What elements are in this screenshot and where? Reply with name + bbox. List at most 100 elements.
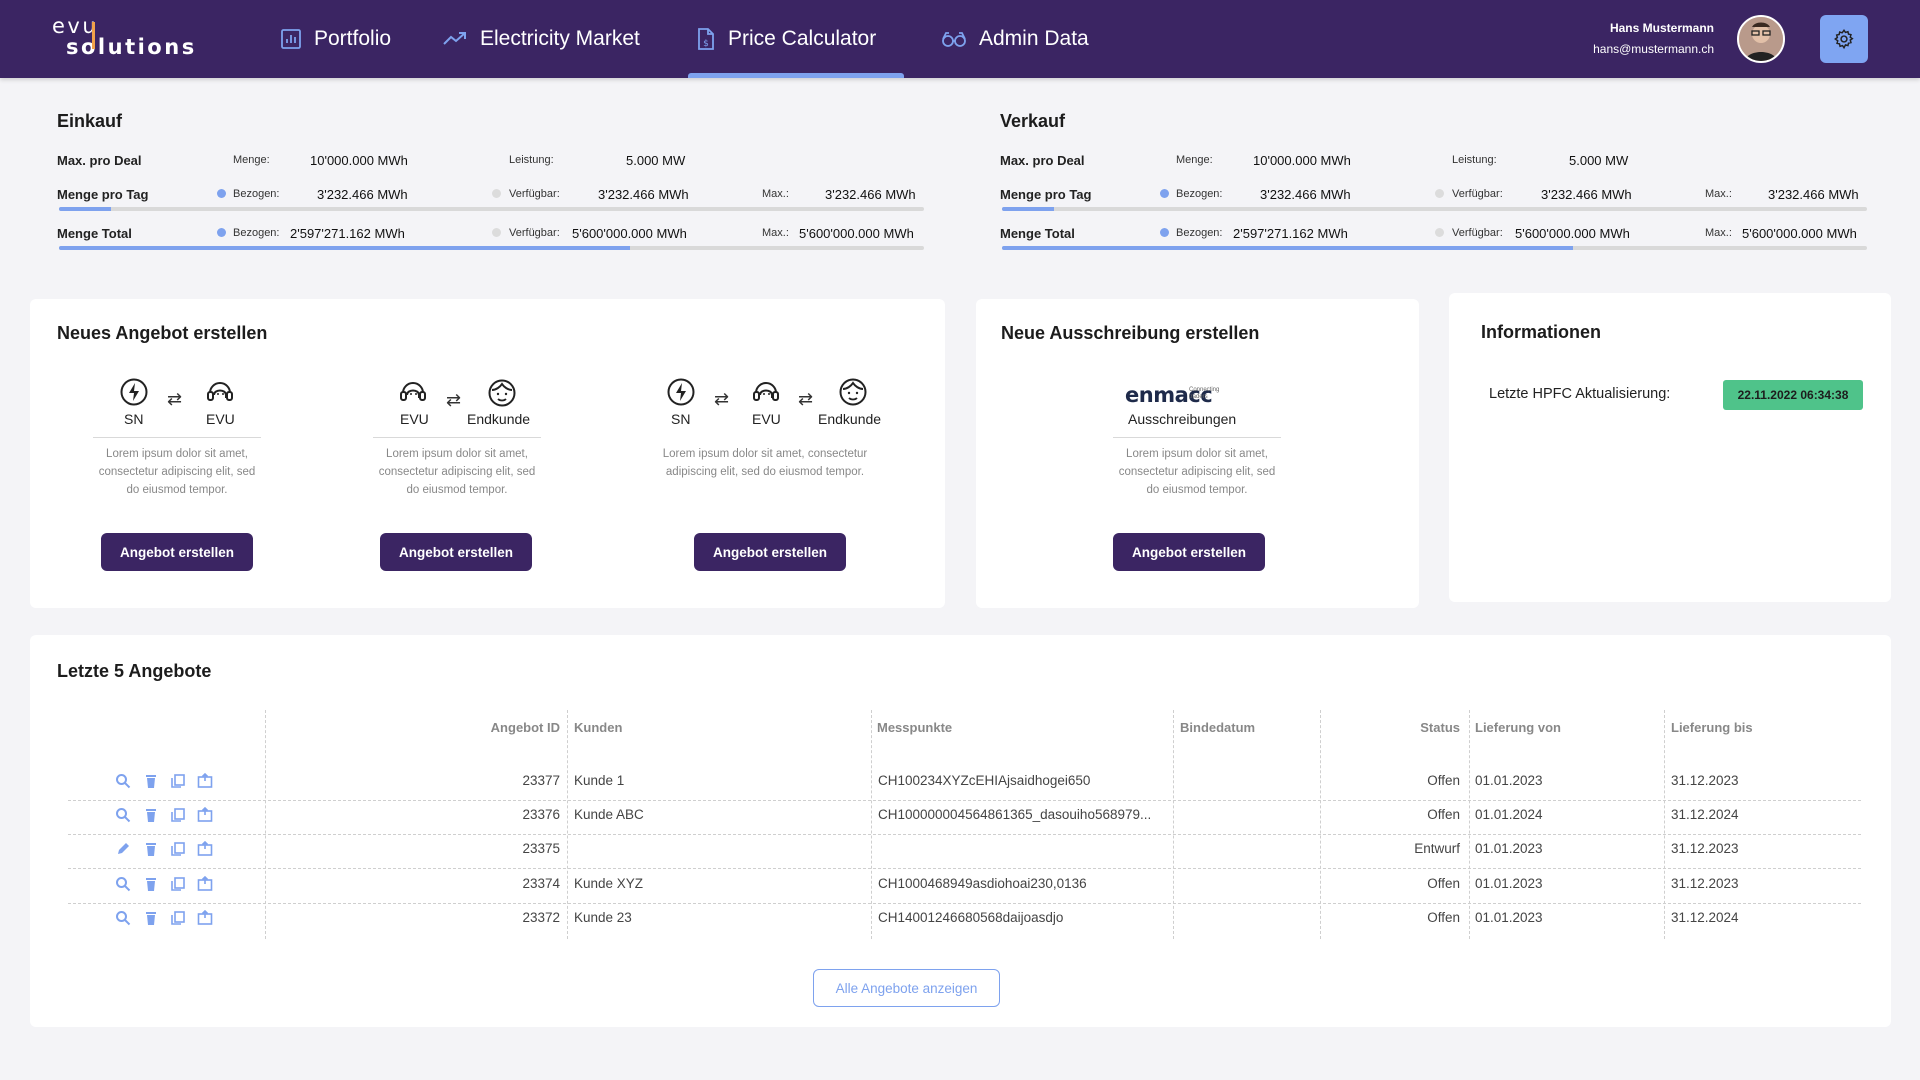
nav-price-calculator[interactable]: $ Price Calculator [696, 0, 876, 78]
col-angebot-id[interactable]: Angebot ID [450, 720, 560, 735]
verkauf-total-bezogen: 2'597'271.162 MWh [1233, 226, 1348, 241]
copy-icon[interactable] [170, 773, 186, 789]
trash-icon[interactable] [143, 773, 159, 789]
nav-electricity-market[interactable]: Electricity Market [442, 0, 640, 78]
export-icon[interactable] [197, 840, 213, 857]
row-divider [68, 868, 1861, 869]
column-separator [1664, 710, 1665, 939]
cell-status: Offen [1427, 876, 1460, 891]
customer-face-icon [488, 379, 516, 407]
pencil-icon[interactable] [115, 841, 131, 857]
hpfc-update-label: Letzte HPFC Aktualisierung: [1489, 386, 1671, 402]
cell-lieferung-bis: 31.12.2024 [1671, 910, 1739, 925]
copy-icon[interactable] [170, 876, 186, 892]
avatar[interactable] [1737, 15, 1785, 63]
neues-angebot-title: Neues Angebot erstellen [57, 323, 268, 343]
document-dollar-icon: $ [698, 28, 714, 50]
einkauf-total-max-label: Max.: [762, 227, 789, 239]
einkauf-total-progress [59, 246, 924, 250]
settings-button[interactable] [1820, 15, 1868, 63]
einkauf-tag-label: Menge pro Tag [57, 187, 149, 202]
einkauf-total-bezogen-label: Bezogen: [233, 227, 280, 239]
einkauf-tag-verf-label: Verfügbar: [509, 188, 560, 200]
ausschreibungen-label: Ausschreibungen [1128, 411, 1237, 427]
verkauf-tag-verf: 3'232.466 MWh [1541, 187, 1632, 202]
nav-portfolio[interactable]: Portfolio [280, 0, 391, 78]
ausschreibung-card: Neue Ausschreibung erstellen enmacc Conn… [976, 299, 1419, 608]
copy-icon[interactable] [170, 807, 186, 823]
copy-icon[interactable] [170, 910, 186, 926]
divider [1113, 437, 1281, 438]
enmacc-tagline: Connecting traders [1189, 387, 1220, 400]
glasses-icon [942, 32, 966, 47]
col-lieferung-von[interactable]: Lieferung von [1475, 720, 1561, 735]
ausschreibung-create-button[interactable]: Angebot erstellen [1113, 533, 1265, 571]
swap-arrows-icon: ⇄ [167, 389, 183, 409]
swap-arrows-icon: ⇄ [798, 389, 814, 409]
verkauf-tag-max-label: Max.: [1705, 188, 1732, 200]
option3-create-button[interactable]: Angebot erstellen [694, 533, 846, 571]
col-bindedatum[interactable]: Bindedatum [1180, 720, 1255, 735]
search-icon[interactable] [115, 773, 131, 789]
trash-icon[interactable] [143, 841, 159, 857]
verfuegbar-dot-icon [492, 189, 501, 198]
einkauf-tag-max: 3'232.466 MWh [825, 187, 916, 202]
col-status[interactable]: Status [1360, 720, 1460, 735]
option3-description: Lorem ipsum dolor sit amet, consectetur a… [662, 448, 868, 478]
export-icon[interactable] [197, 875, 213, 892]
col-messpunkte[interactable]: Messpunkte [877, 720, 952, 735]
verkauf-leistung-value: 5.000 MW [1569, 153, 1629, 168]
cell-lieferung-bis: 31.12.2024 [1671, 807, 1739, 822]
bezogen-dot-icon [1160, 189, 1169, 198]
cell-angebot-id: 23375 [522, 841, 560, 856]
evu-solutions-logo[interactable]: evu solutions [52, 16, 197, 58]
cell-messpunkte: CH1000468949asdiohoai230,0136 [878, 876, 1087, 891]
nav-admin-data[interactable]: Admin Data [941, 0, 1089, 78]
export-icon[interactable] [197, 909, 213, 926]
verkauf-title: Verkauf [1000, 111, 1066, 131]
verfuegbar-dot-icon [1435, 189, 1444, 198]
option1-description: Lorem ipsum dolor sit amet, consectetur a… [98, 448, 256, 496]
divider [373, 437, 541, 438]
export-icon[interactable] [197, 772, 213, 789]
active-tab-indicator [688, 73, 904, 78]
einkauf-menge-label: Menge: [233, 154, 270, 166]
option1-create-button[interactable]: Angebot erstellen [101, 533, 253, 571]
search-icon[interactable] [115, 807, 131, 823]
alle-angebote-button[interactable]: Alle Angebote anzeigen [813, 969, 1000, 1007]
cell-status: Entwurf [1414, 841, 1460, 856]
trash-icon[interactable] [143, 807, 159, 823]
column-separator [871, 710, 872, 939]
cell-status: Offen [1427, 773, 1460, 788]
option2-label-1: EVU [400, 411, 429, 427]
search-icon[interactable] [115, 876, 131, 892]
chart-icon [281, 29, 301, 49]
verkauf-total-max-label: Max.: [1705, 227, 1732, 239]
trash-icon[interactable] [143, 876, 159, 892]
cell-kunde: Kunde ABC [574, 807, 644, 822]
export-icon[interactable] [197, 806, 213, 823]
col-kunden[interactable]: Kunden [574, 720, 622, 735]
verkauf-total-bezogen-label: Bezogen: [1176, 227, 1223, 239]
einkauf-tag-verf: 3'232.466 MWh [598, 187, 689, 202]
swap-arrows-icon: ⇄ [446, 390, 462, 410]
trash-icon[interactable] [143, 910, 159, 926]
cell-lieferung-bis: 31.12.2023 [1671, 773, 1739, 788]
option2-description: Lorem ipsum dolor sit amet, consectetur a… [378, 448, 536, 496]
verkauf-total-max: 5'600'000.000 MWh [1742, 226, 1857, 241]
verkauf-menge-value: 10'000.000 MWh [1253, 153, 1351, 168]
einkauf-tag-max-label: Max.: [762, 188, 789, 200]
nav-portfolio-label: Portfolio [314, 27, 392, 50]
user-email: hans@mustermann.ch [1593, 42, 1714, 56]
col-lieferung-bis[interactable]: Lieferung bis [1671, 720, 1753, 735]
copy-icon[interactable] [170, 841, 186, 857]
einkauf-total-max: 5'600'000.000 MWh [799, 226, 914, 241]
cell-angebot-id: 23372 [522, 910, 560, 925]
verkauf-total-verf-label: Verfügbar: [1452, 227, 1503, 239]
row-divider [68, 800, 1861, 801]
search-icon[interactable] [115, 910, 131, 926]
option2-create-button[interactable]: Angebot erstellen [380, 533, 532, 571]
option2-label-2: Endkunde [467, 411, 531, 427]
lightning-icon [120, 378, 148, 406]
cell-lieferung-bis: 31.12.2023 [1671, 841, 1739, 856]
